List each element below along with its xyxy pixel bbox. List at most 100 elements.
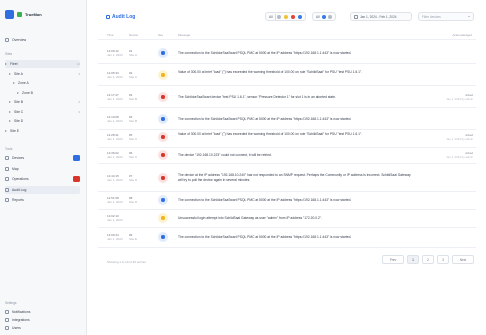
chevron-right-icon [17, 91, 19, 94]
yellow-dot-icon[interactable] [284, 14, 289, 19]
sidebar-item-audit-log[interactable]: Audit Log [5, 185, 80, 194]
row-timestamp: 12:17:47 Jan 1, 2024 [107, 93, 123, 101]
severity-filter[interactable]: All [265, 12, 307, 21]
date-range-picker[interactable]: Jan 1, 2024 - Feb 1, 2024 [350, 12, 412, 21]
table-row[interactable]: 13:09:44 Jan 1, 2024 #9 Site E The connectio… [98, 228, 476, 246]
sidebar-item-devices[interactable]: Devices [5, 154, 80, 162]
row-message: The SchildorSsaSwart device "test PSU 1.… [178, 94, 336, 99]
row-device[interactable]: #4 Site B [129, 115, 137, 123]
severity-info-icon [158, 232, 168, 242]
sidebar-item-label: Integrations [12, 318, 30, 322]
sidebar-tree-item[interactable]: Site C 3 [5, 108, 80, 116]
chevron-down-icon [468, 16, 470, 17]
row-acknowledgement: Acked Jan 1, 2024 by admin [446, 133, 473, 141]
table-row[interactable]: 12:36:02 Jan 1, 2024 #6 Site C The device "1… [98, 148, 476, 162]
blue-dot-icon[interactable] [298, 14, 303, 19]
page-1-button[interactable]: 1 [407, 255, 419, 264]
table-row[interactable]: 13:02:10 Jan 1, 2024 Unsuccessful login at… [98, 210, 476, 226]
col-message[interactable]: Message [178, 33, 190, 37]
col-severity[interactable]: Sev [158, 33, 163, 37]
col-acknowledged[interactable]: Acknowledged [452, 33, 472, 37]
audit-log-icon [5, 187, 9, 192]
severity-err-icon [158, 132, 168, 142]
sidebar-tree-item[interactable]: Zone B [5, 89, 80, 97]
table-row[interactable]: 12:51:58 Jan 1, 2024 #8 Site D The connectio… [98, 192, 476, 208]
settings-icon [5, 326, 9, 330]
sidebar-item-users[interactable]: Users [5, 324, 80, 332]
sidebar-tree-item[interactable]: Site E [5, 127, 80, 135]
sidebar-tree-item[interactable]: Fleet 12 [5, 60, 80, 68]
sidebar-item-integrations[interactable]: Integrations [5, 316, 80, 324]
row-acknowledgement: Acked Jan 1, 2024 by admin [446, 151, 473, 159]
red-dot-icon[interactable] [291, 14, 296, 19]
chevron-right-icon [9, 72, 11, 75]
table-row[interactable]: 12:00:12 Jan 1, 2024 #1 Site A The connectio… [98, 44, 476, 62]
row-device[interactable]: #9 Site E [129, 233, 137, 241]
sidebar-tree-item[interactable]: Site A 4 [5, 70, 80, 78]
calendar-icon [354, 14, 358, 19]
row-date: Jan 1, 2024 [107, 53, 123, 57]
severity-dot [161, 198, 165, 202]
page-next-button[interactable]: Next [452, 255, 474, 264]
chevron-right-icon [5, 63, 7, 65]
row-device-site: Site C [129, 137, 138, 141]
row-device[interactable]: #2 Site A [129, 71, 137, 79]
chevron-right-icon [9, 120, 11, 122]
row-timestamp: 12:36:02 Jan 1, 2024 [107, 151, 123, 159]
row-device[interactable]: #6 Site C [129, 151, 137, 159]
severity-dot [161, 135, 165, 139]
sidebar-item-label: Reports [12, 198, 24, 202]
grey-dot-icon[interactable] [277, 14, 282, 19]
severity-dot [161, 51, 165, 55]
row-message: Unsuccessful login attempt into SchildSa… [178, 215, 322, 220]
row-timestamp: 13:02:10 Jan 1, 2024 [107, 214, 123, 222]
table-row[interactable]: 12:19:08 Jan 1, 2024 #4 Site B The connectio… [98, 110, 476, 128]
row-device[interactable]: #8 Site D [129, 196, 137, 204]
table-row[interactable]: 12:44:15 Jan 1, 2024 #7 Site D The device at… [98, 166, 476, 190]
sidebar-tree-item[interactable]: Site D [5, 117, 80, 125]
header-divider [98, 39, 476, 40]
sidebar-item-map[interactable]: Map [5, 165, 80, 173]
chevron-right-icon [9, 101, 11, 103]
type-filter[interactable]: All [312, 12, 336, 21]
severity-info-icon [158, 48, 168, 58]
row-device-site: Site D [129, 200, 138, 204]
app-logo[interactable]: TrueMon [5, 10, 42, 19]
page-prev-button[interactable]: Prev [382, 255, 404, 264]
table-row[interactable]: 12:05:33 Jan 1, 2024 #2 Site A Value of 300.… [98, 66, 476, 84]
row-date: Jan 1, 2024 [107, 97, 123, 101]
page-2-button[interactable]: 2 [422, 255, 434, 264]
pagination-summary: Showing 1 to 10 of 30 entries [107, 260, 146, 264]
row-date: Jan 1, 2024 [107, 178, 123, 182]
row-device[interactable]: #1 Site A [129, 49, 137, 57]
col-device[interactable]: Device [129, 33, 138, 37]
sidebar-item-notifications[interactable]: Notifications [5, 308, 80, 316]
row-date: Jan 1, 2024 [107, 137, 123, 141]
sidebar-item-label: Audit Log [12, 187, 27, 192]
device-filter-input[interactable]: Filter devices [418, 12, 474, 21]
severity-dot [161, 235, 165, 239]
logo-accent-icon [17, 12, 22, 17]
row-device[interactable]: #3 Site B [129, 93, 137, 101]
audit-log-icon [106, 15, 110, 19]
sidebar-section-settings: Settings [5, 301, 17, 305]
col-time[interactable]: Time [107, 33, 114, 37]
row-device-site: Site D [129, 178, 138, 182]
page-3-button[interactable]: 3 [437, 255, 449, 264]
type-filter-label: All [316, 14, 320, 19]
severity-warn-icon [158, 70, 168, 80]
table-row[interactable]: 12:17:47 Jan 1, 2024 #3 Site B The SchildorS… [98, 88, 476, 106]
table-row[interactable]: 12:28:41 Jan 1, 2024 #5 Site C Value of 300.… [98, 128, 476, 146]
device-filter-placeholder: Filter devices [422, 14, 441, 19]
row-message: The connection to the SchildorSsaSwart P… [178, 116, 352, 121]
severity-filter-label: All [269, 14, 273, 19]
sidebar-tree-item[interactable]: Site B 2 [5, 98, 80, 106]
row-device[interactable]: #5 Site C [129, 133, 137, 141]
row-timestamp: 12:05:33 Jan 1, 2024 [107, 71, 123, 79]
sidebar-item-overview[interactable]: Overview [5, 36, 80, 44]
sidebar-item-reports[interactable]: Reports [5, 196, 80, 204]
sidebar-tree-item[interactable]: Zone A [5, 79, 80, 87]
sidebar-item-operations[interactable]: Operations [5, 175, 80, 183]
row-device[interactable]: #7 Site D [129, 174, 137, 182]
severity-info-icon [158, 114, 168, 124]
